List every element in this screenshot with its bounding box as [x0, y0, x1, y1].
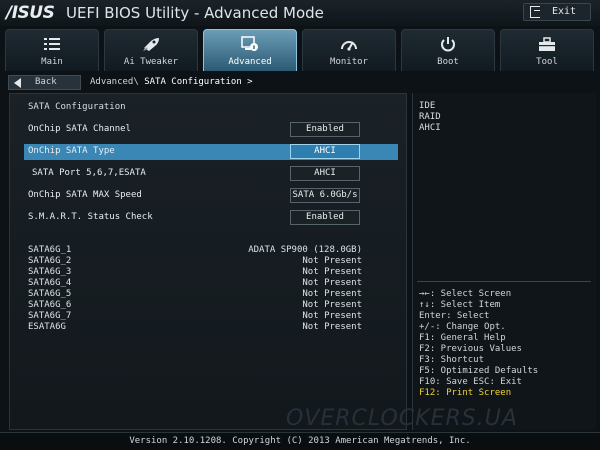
setting-onchip-sata-channel[interactable]: OnChip SATA Channel Enabled: [24, 122, 398, 138]
device-row-esata6g: ESATA6G Not Present: [28, 322, 362, 333]
setting-label: OnChip SATA Type: [28, 146, 115, 156]
asus-logo: /ISUS: [6, 3, 55, 23]
device-row-sata6g-5: SATA6G_5 Not Present: [28, 289, 362, 300]
key-hint-f5: F5: Optimized Defaults: [419, 366, 539, 376]
tab-label: Main: [41, 57, 63, 67]
rocket-icon: [143, 38, 159, 51]
setting-value-button[interactable]: Enabled: [290, 210, 360, 225]
setting-smart-status-check[interactable]: S.M.A.R.T. Status Check Enabled: [24, 210, 398, 226]
setting-value-button[interactable]: AHCI: [290, 166, 360, 181]
key-hint-f12: F12: Print Screen: [419, 388, 512, 398]
key-hint-change-opt: +/-: Change Opt.: [419, 322, 506, 332]
setting-onchip-sata-type[interactable]: OnChip SATA Type AHCI: [24, 144, 398, 160]
back-label: Back: [35, 77, 57, 87]
key-hint-select-screen: →←: Select Screen: [419, 289, 512, 299]
key-hint-f1: F1: General Help: [419, 333, 506, 343]
tab-advanced[interactable]: Advanced: [203, 29, 297, 71]
power-icon: [441, 37, 455, 52]
device-name: SATA6G_7: [28, 311, 72, 321]
exit-button[interactable]: Exit: [523, 3, 591, 21]
option-ahci: AHCI: [419, 123, 441, 133]
version-text: Version 2.10.1208. Copyright (C) 2013 Am…: [129, 436, 471, 446]
setting-label: OnChip SATA Channel: [28, 124, 131, 134]
device-status: Not Present: [302, 278, 362, 288]
tab-label: Monitor: [330, 57, 368, 67]
section-title: SATA Configuration: [28, 102, 126, 112]
breadcrumb-current: SATA Configuration >: [144, 77, 253, 87]
option-raid: RAID: [419, 112, 441, 122]
device-row-sata6g-4: SATA6G_4 Not Present: [28, 278, 362, 289]
setting-onchip-sata-max-speed[interactable]: OnChip SATA MAX Speed SATA 6.0Gb/s: [24, 188, 398, 204]
list-icon: [44, 38, 60, 50]
device-status: Not Present: [302, 311, 362, 321]
nav-bar: Back Advanced\ SATA Configuration >: [0, 72, 600, 94]
app-title: UEFI BIOS Utility - Advanced Mode: [66, 4, 324, 22]
device-name: ESATA6G: [28, 322, 66, 332]
tab-monitor[interactable]: Monitor: [302, 29, 396, 71]
device-name: SATA6G_3: [28, 267, 72, 277]
main-tabs: Main Ai Tweaker Advanced Monitor Boot To…: [0, 26, 600, 72]
back-button[interactable]: Back: [8, 75, 81, 90]
setting-label: S.M.A.R.T. Status Check: [28, 212, 153, 222]
device-status: Not Present: [302, 267, 362, 277]
key-hint-select-item: ↑↓: Select Item: [419, 300, 501, 310]
key-hint-f3: F3: Shortcut: [419, 355, 485, 365]
device-name: SATA6G_4: [28, 278, 72, 288]
footer: Version 2.10.1208. Copyright (C) 2013 Am…: [0, 432, 600, 450]
title-bar: /ISUS UEFI BIOS Utility - Advanced Mode …: [0, 0, 600, 26]
key-hint-f10-esc: F10: Save ESC: Exit: [419, 377, 522, 387]
device-name: SATA6G_6: [28, 300, 72, 310]
device-row-sata6g-7: SATA6G_7 Not Present: [28, 311, 362, 322]
tab-label: Advanced: [228, 57, 272, 67]
tab-label: Boot: [437, 57, 459, 67]
tab-label: Tool: [536, 57, 558, 67]
setting-value-button[interactable]: Enabled: [290, 122, 360, 137]
key-hint-enter: Enter: Select: [419, 311, 490, 321]
exit-door-icon: [530, 6, 540, 18]
breadcrumb: Advanced\ SATA Configuration >: [90, 77, 253, 87]
device-name: SATA6G_1: [28, 245, 72, 255]
settings-panel: SATA Configuration OnChip SATA Channel E…: [9, 93, 407, 430]
exit-label: Exit: [552, 6, 577, 17]
setting-sata-port-5-6-7-esata[interactable]: SATA Port 5,6,7,ESATA AHCI: [24, 166, 398, 182]
setting-label: OnChip SATA MAX Speed: [28, 190, 142, 200]
screen-info-icon: [241, 36, 258, 51]
key-hint-f2: F2: Previous Values: [419, 344, 522, 354]
tab-main[interactable]: Main: [5, 29, 99, 71]
device-status: Not Present: [302, 256, 362, 266]
setting-value-button[interactable]: AHCI: [290, 144, 360, 159]
device-name: SATA6G_2: [28, 256, 72, 266]
toolbox-icon: [539, 37, 555, 51]
tab-ai-tweaker[interactable]: Ai Tweaker: [104, 29, 198, 71]
breadcrumb-parent[interactable]: Advanced\: [90, 77, 139, 87]
setting-label: SATA Port 5,6,7,ESATA: [32, 168, 146, 178]
device-row-sata6g-3: SATA6G_3 Not Present: [28, 267, 362, 278]
tab-tool[interactable]: Tool: [500, 29, 594, 71]
setting-value-button[interactable]: SATA 6.0Gb/s: [290, 188, 360, 203]
device-status: Not Present: [302, 300, 362, 310]
device-status: Not Present: [302, 289, 362, 299]
device-status: ADATA SP900 (128.0GB): [248, 245, 362, 255]
device-row-sata6g-1: SATA6G_1 ADATA SP900 (128.0GB): [28, 245, 362, 256]
help-divider: [417, 281, 591, 282]
device-row-sata6g-2: SATA6G_2 Not Present: [28, 256, 362, 267]
help-panel: IDE RAID AHCI →←: Select Screen ↑↓: Sele…: [412, 93, 596, 430]
back-arrow-icon: [14, 78, 21, 88]
gauge-icon: [341, 41, 357, 51]
device-name: SATA6G_5: [28, 289, 72, 299]
tab-label: Ai Tweaker: [123, 57, 179, 67]
device-row-sata6g-6: SATA6G_6 Not Present: [28, 300, 362, 311]
option-ide: IDE: [419, 101, 436, 111]
device-status: Not Present: [302, 322, 362, 332]
watermark: OVERCLOCKERS.UA: [286, 406, 518, 431]
tab-boot[interactable]: Boot: [401, 29, 495, 71]
